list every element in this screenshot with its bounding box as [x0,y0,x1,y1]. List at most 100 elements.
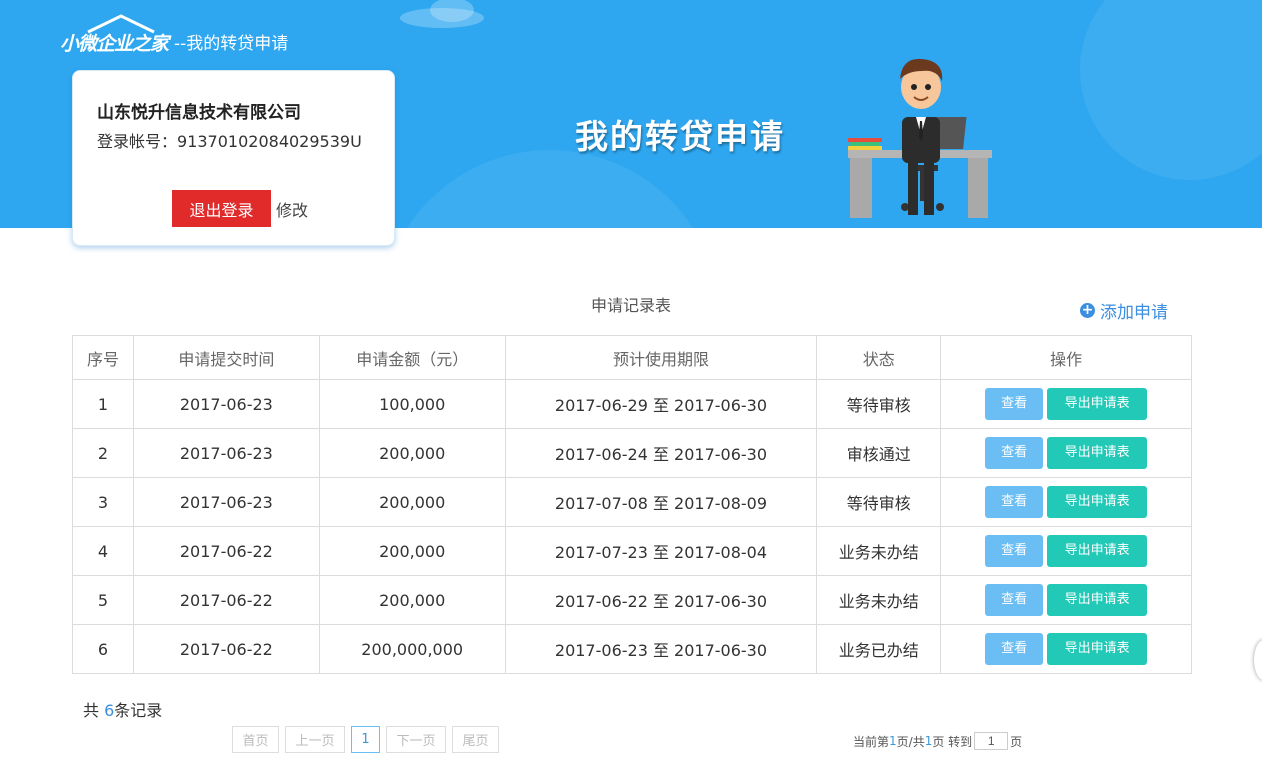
cell-actions: 查看 导出申请表 [940,428,1192,478]
page-info-prefix: 当前第 [853,734,890,749]
prev-page-button[interactable]: 上一页 [285,726,345,753]
column-header-status: 状态 [816,335,942,380]
cell-actions: 查看 导出申请表 [940,379,1192,429]
edit-link[interactable]: 修改 [276,197,308,221]
cell-status[interactable]: 等待审核 [816,477,942,527]
total-suffix: 条记录 [114,701,163,720]
page-subtitle: --我的转贷申请 [174,34,289,54]
cell-actions: 查看 导出申请表 [940,624,1192,674]
logo[interactable]: 小微企业之家 --我的转贷申请 [60,14,289,56]
decor-bubble [380,150,720,228]
goto-label: 页 转到 [932,734,973,749]
page-info-suffix: 页 [1010,734,1023,749]
column-header-period: 预计使用期限 [504,335,818,380]
logout-button[interactable]: 退出登录 [172,190,271,227]
table-row: 5 2017-06-22 200,000 2017-06-22 至 2017-0… [72,575,1192,625]
cell-no: 6 [72,624,134,674]
user-info-card: 山东悦升信息技术有限公司 登录帐号：91370102084029539U 退出登… [72,70,395,246]
cell-date: 2017-06-22 [132,575,320,625]
export-button[interactable]: 导出申请表 [1047,486,1148,518]
company-name: 山东悦升信息技术有限公司 [97,103,301,123]
view-button[interactable]: 查看 [985,437,1044,469]
cell-amount: 200,000 [318,428,506,478]
column-header-amount: 申请金额（元） [318,335,506,380]
pagination: 首页 上一页 1 下一页 尾页 [232,726,505,753]
banner-title: 我的转贷申请 [575,117,785,156]
floating-side-button[interactable] [1254,640,1262,680]
page-info-mid: 页/共 [896,734,925,749]
export-button[interactable]: 导出申请表 [1047,584,1148,616]
cell-no: 5 [72,575,134,625]
records-table: 序号 申请提交时间 申请金额（元） 预计使用期限 状态 操作 1 2017-06… [72,335,1192,674]
account-number: 91370102084029539U [177,132,362,151]
cell-period: 2017-06-24 至 2017-06-30 [504,428,818,478]
record-total: 共 6条记录 [83,697,162,721]
cell-actions: 查看 导出申请表 [940,575,1192,625]
total-prefix: 共 [83,701,105,720]
table-row: 6 2017-06-22 200,000,000 2017-06-23 至 20… [72,624,1192,674]
account-row: 登录帐号：91370102084029539U [97,128,362,152]
cell-actions: 查看 导出申请表 [940,526,1192,576]
cell-period: 2017-06-23 至 2017-06-30 [504,624,818,674]
export-button[interactable]: 导出申请表 [1047,633,1148,665]
cell-amount: 200,000 [318,526,506,576]
plus-circle-icon: + [1080,302,1095,318]
cell-no: 4 [72,526,134,576]
cell-date: 2017-06-23 [132,379,320,429]
export-button[interactable]: 导出申请表 [1047,388,1148,420]
view-button[interactable]: 查看 [985,535,1044,567]
cell-status[interactable]: 业务未办结 [816,526,942,576]
view-button[interactable]: 查看 [985,388,1044,420]
table-row: 2 2017-06-23 200,000 2017-06-24 至 2017-0… [72,428,1192,478]
table-row: 1 2017-06-23 100,000 2017-06-29 至 2017-0… [72,379,1192,429]
cell-period: 2017-06-29 至 2017-06-30 [504,379,818,429]
page-info: 当前第1页/共1页 转到 页 [853,732,1022,750]
cell-amount: 200,000 [318,575,506,625]
table-row: 3 2017-06-23 200,000 2017-07-08 至 2017-0… [72,477,1192,527]
cell-no: 3 [72,477,134,527]
first-page-button[interactable]: 首页 [232,726,279,753]
export-button[interactable]: 导出申请表 [1047,437,1148,469]
cell-date: 2017-06-22 [132,624,320,674]
column-header-no: 序号 [72,335,134,380]
cell-status[interactable]: 业务未办结 [816,575,942,625]
last-page-button[interactable]: 尾页 [452,726,499,753]
cell-period: 2017-07-08 至 2017-08-09 [504,477,818,527]
cell-no: 2 [72,428,134,478]
cell-date: 2017-06-23 [132,428,320,478]
cell-date: 2017-06-23 [132,477,320,527]
page-number-button[interactable]: 1 [351,726,380,753]
add-application-label: 添加申请 [1100,303,1168,323]
view-button[interactable]: 查看 [985,584,1044,616]
total-count: 6 [104,701,115,720]
cell-no: 1 [72,379,134,429]
table-header-row: 序号 申请提交时间 申请金额（元） 预计使用期限 状态 操作 [72,335,1192,380]
total-pages: 1 [924,734,933,748]
export-button[interactable]: 导出申请表 [1047,535,1148,567]
next-page-button[interactable]: 下一页 [386,726,446,753]
cloud-icon [400,0,484,28]
table-title: 申请记录表 [590,296,671,315]
cell-period: 2017-06-22 至 2017-06-30 [504,575,818,625]
column-header-date: 申请提交时间 [132,335,320,380]
businessman-at-desk-illustration [848,58,992,218]
cell-period: 2017-07-23 至 2017-08-04 [504,526,818,576]
cell-date: 2017-06-22 [132,526,320,576]
house-logo-icon [87,14,155,34]
decor-bubble [1080,0,1262,180]
cell-status[interactable]: 审核通过 [816,428,942,478]
current-page: 1 [889,734,897,748]
view-button[interactable]: 查看 [985,486,1044,518]
goto-page-input[interactable] [974,732,1009,750]
cell-actions: 查看 导出申请表 [940,477,1192,527]
account-label: 登录帐号： [97,132,178,151]
add-application-button[interactable]: + 添加申请 [1080,298,1168,323]
cell-amount: 100,000 [318,379,506,429]
view-button[interactable]: 查看 [985,633,1044,665]
column-header-actions: 操作 [940,335,1192,380]
table-row: 4 2017-06-22 200,000 2017-07-23 至 2017-0… [72,526,1192,576]
cell-amount: 200,000,000 [318,624,506,674]
cell-status[interactable]: 业务已办结 [816,624,942,674]
cell-amount: 200,000 [318,477,506,527]
cell-status[interactable]: 等待审核 [816,379,942,429]
